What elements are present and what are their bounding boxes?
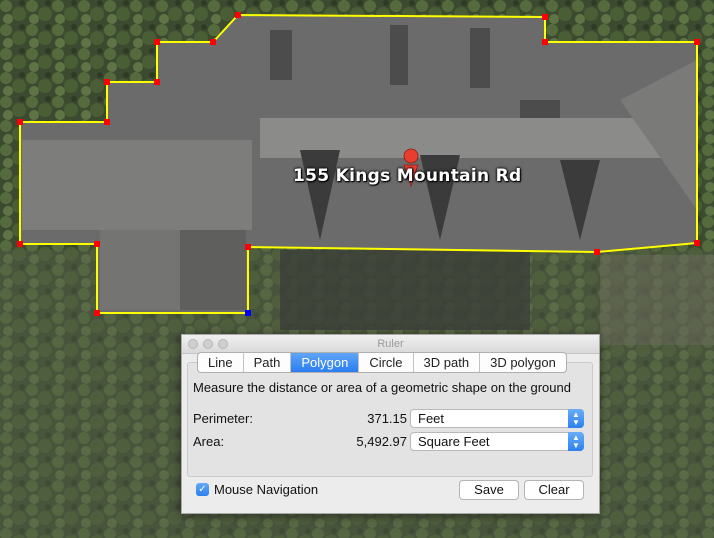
tab-polygon[interactable]: Polygon <box>291 353 360 372</box>
clear-button[interactable]: Clear <box>524 480 584 500</box>
ruler-dialog: Ruler Measure the distance or area of a … <box>181 334 600 514</box>
select-arrows-icon: ▲ ▼ <box>568 409 584 428</box>
measure-mode-tabs: Line Path Polygon Circle 3D path 3D poly… <box>197 352 567 373</box>
mouse-navigation-label: Mouse Navigation <box>214 482 319 497</box>
area-unit-select[interactable]: Square Feet ▲ ▼ <box>410 432 584 451</box>
area-value: 5,492.97 <box>356 434 407 449</box>
tab-line[interactable]: Line <box>198 353 244 372</box>
select-arrows-icon: ▲ ▼ <box>568 432 584 451</box>
perimeter-unit-value: Feet <box>418 411 445 426</box>
tab-circle[interactable]: Circle <box>359 353 414 372</box>
mouse-navigation-option[interactable]: ✓ Mouse Navigation <box>196 482 318 497</box>
polygon-panel: Measure the distance or area of a geomet… <box>187 362 593 477</box>
description-text: Measure the distance or area of a geomet… <box>193 380 571 395</box>
dialog-title: Ruler <box>377 338 404 350</box>
mouse-navigation-checkbox[interactable]: ✓ <box>196 483 209 496</box>
save-button[interactable]: Save <box>459 480 519 500</box>
tab-path[interactable]: Path <box>244 353 292 372</box>
perimeter-label: Perimeter: <box>193 411 253 426</box>
tab-3d-path[interactable]: 3D path <box>414 353 481 372</box>
area-label: Area: <box>193 434 225 449</box>
perimeter-value: 371.15 <box>367 411 407 426</box>
area-unit-value: Square Feet <box>418 434 490 449</box>
perimeter-unit-select[interactable]: Feet ▲ ▼ <box>410 409 584 428</box>
address-label: 155 Kings Mountain Rd <box>293 166 522 186</box>
tab-3d-polygon[interactable]: 3D polygon <box>480 353 566 372</box>
